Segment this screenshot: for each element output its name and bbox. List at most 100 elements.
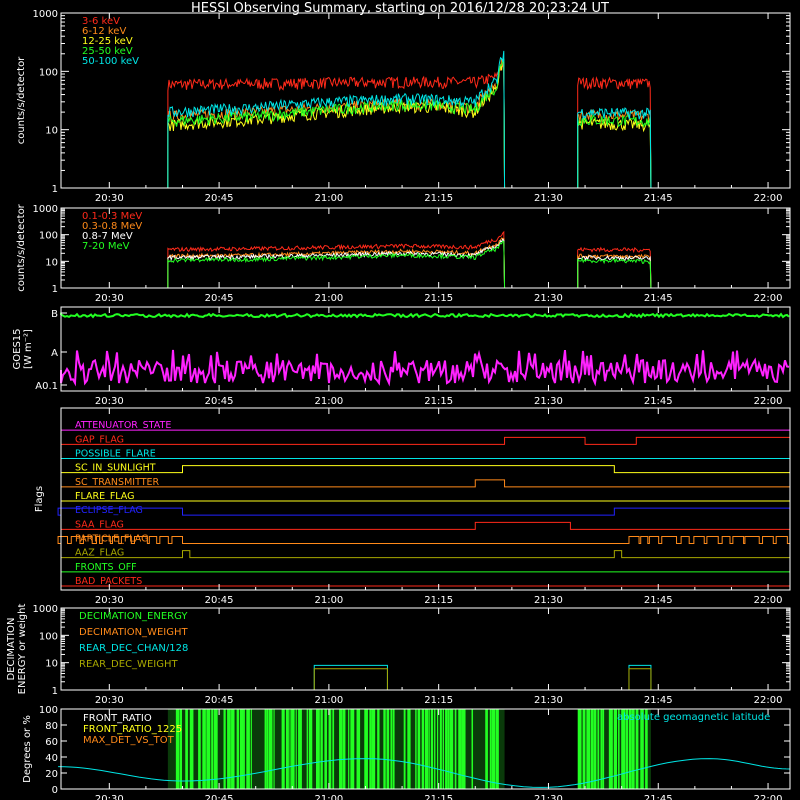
geomag-burst-bar: [202, 709, 206, 789]
counts-series-0: [61, 59, 790, 189]
gamma-series-1: [61, 237, 790, 289]
geomag-burst-bar: [285, 709, 289, 789]
geomag-burst-bar: [198, 709, 201, 789]
geomag-burst-bar: [458, 709, 462, 789]
geomag-ytick-label: 20: [45, 769, 58, 780]
geomag-burst-bar: [243, 709, 245, 789]
decimation-xtick-label: 21:45: [644, 695, 673, 706]
flag-label: GAP_FLAG: [75, 434, 124, 445]
decimation-xtick-label: 20:30: [95, 695, 124, 706]
flags-xtick-label: 21:45: [644, 595, 673, 606]
geomag-burst-bar: [577, 709, 582, 789]
flag-line-9: [61, 550, 790, 559]
geomag-burst-bar: [295, 709, 297, 789]
flag-label: AAZ_FLAG: [75, 548, 124, 559]
geomag-xtick-label: 21:45: [644, 794, 673, 800]
counts-frame: [60, 12, 791, 189]
gamma-xtick-label: 21:15: [424, 293, 453, 304]
geomag-legend-entry: FRONT_RATIO: [83, 713, 152, 724]
geomag-burst-bar: [328, 709, 332, 789]
gamma-xtick-label: 20:30: [95, 293, 124, 304]
geomag-burst-bar: [415, 709, 417, 789]
decimation-ytick-label: 10: [45, 659, 58, 670]
geomag-burst-bar: [266, 709, 269, 789]
flag-line-1: [61, 436, 791, 445]
geomag-burst-bar: [369, 709, 372, 789]
geomag-burst-bar: [281, 709, 285, 789]
geomag-ytick-label: 80: [45, 721, 58, 732]
gamma-xtick-label: 21:30: [534, 293, 563, 304]
geomag-burst-bar: [495, 709, 499, 789]
geomag-burst-bar: [211, 709, 214, 789]
geomag-burst-bar: [320, 709, 323, 789]
decimation-legend-entry: DECIMATION_ENERGY: [79, 611, 188, 622]
geomag-burst-bar: [593, 709, 597, 789]
counts-ytick-label: 1: [52, 184, 58, 195]
flag-label: FLARE_FLAG: [75, 491, 135, 502]
counts-ytick-label: 1000: [33, 9, 58, 20]
geomag-xtick-label: 21:15: [424, 794, 453, 800]
geomag-burst-bar: [392, 709, 395, 789]
gamma-ytick-label: 10: [45, 257, 58, 268]
geomag-burst-bar: [298, 709, 302, 789]
flag-label: FRONTS_OFF: [75, 562, 137, 573]
geomag-burst-bar: [179, 709, 182, 789]
flag-label: SC_TRANSMITTER: [75, 477, 160, 488]
decimation-ylabel2: ENERGY or weight: [17, 604, 28, 695]
flag-line-3: [61, 465, 790, 474]
goes-ytick-label: B: [51, 309, 58, 320]
flag-line-4: [61, 479, 790, 488]
geomag-burst-bar: [442, 709, 445, 789]
decimation-xtick-label: 21:30: [534, 695, 563, 706]
decimation-ylabel: DECIMATION: [6, 617, 17, 680]
gamma-ytick-label: 100: [39, 231, 58, 242]
flag-label: POSSIBLE_FLARE: [75, 449, 156, 460]
geomag-burst-bar: [308, 709, 313, 789]
geomag-burst-bar: [383, 709, 386, 789]
gamma-ytick-label: 1: [52, 284, 58, 295]
geomag-burst-bar: [315, 709, 320, 789]
geomag-burst-bar: [342, 709, 346, 789]
goes-ylabel-units: [W m⁻²]: [23, 329, 34, 369]
geomag-burst-bar: [185, 709, 188, 789]
gamma-series-0: [61, 230, 790, 289]
flags-xtick-label: 20:30: [95, 595, 124, 606]
geomag-burst-bar: [461, 709, 466, 789]
gamma-xtick-label: 22:00: [754, 293, 783, 304]
geomag-xtick-label: 21:30: [534, 794, 563, 800]
geomag-burst-bar: [206, 709, 211, 789]
geomag-xtick-label: 20:45: [205, 794, 234, 800]
counts-ylabel: counts/s/detector: [16, 56, 27, 144]
goes-ytick-label: A: [51, 348, 58, 359]
counts-xtick-label: 21:45: [644, 193, 673, 204]
geomag-burst-bar: [489, 709, 492, 789]
flag-label: ATTENUATOR_STATE: [75, 420, 171, 431]
geomag-burst-bar: [264, 709, 267, 789]
geomag-legend-entry: MAX_DET_VS_TOT: [83, 735, 175, 746]
geomag-burst-bar: [189, 709, 194, 789]
gamma-ytick-label: 1000: [33, 204, 58, 215]
flags-xtick-label: 20:45: [205, 595, 234, 606]
flag-label: ECLIPSE_FLAG: [75, 505, 143, 516]
counts-xtick-label: 21:00: [314, 193, 343, 204]
geomag-burst-bar: [239, 709, 244, 789]
flags-ylabel: Flags: [34, 486, 45, 512]
goes-xtick-label: 20:45: [205, 396, 234, 407]
geomag-burst-bar: [306, 709, 308, 789]
hessi-summary-plot: 20:30 20:45 21:00 21:15 21:30 21:45 22:00 1 10 10…: [6, 9, 791, 800]
geomag-burst-bar: [428, 709, 430, 789]
gamma-legend-entry: 7-20 MeV: [82, 241, 130, 252]
geomag-burst-bar: [390, 709, 393, 789]
goes-xtick-label: 21:15: [424, 396, 453, 407]
geomag-burst-bar: [430, 709, 434, 789]
geomag-annotation: absolute geomagnetic latitude: [617, 712, 770, 723]
geomag-burst-bar: [371, 709, 376, 789]
flag-label: BAD_PACKETS: [75, 576, 142, 587]
flag-line-7: [61, 521, 790, 530]
geomag-burst-bar: [582, 709, 586, 789]
goes-series-long: [60, 312, 790, 319]
geomag-burst-bar: [213, 709, 218, 789]
flag-line-8: [57, 536, 790, 544]
gamma-ylabel: counts/s/detector: [16, 203, 27, 291]
geomag-burst-bg: [167, 709, 505, 789]
